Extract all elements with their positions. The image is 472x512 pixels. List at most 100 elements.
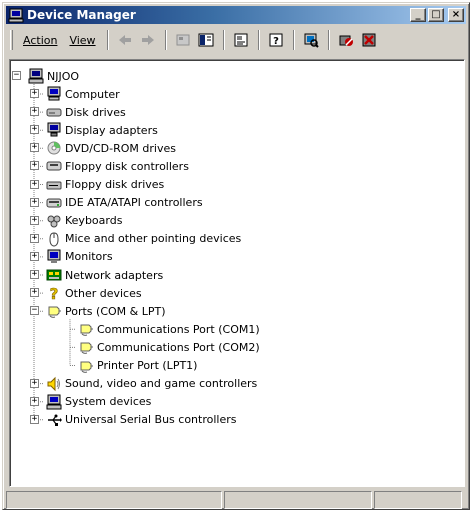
- expand-toggle[interactable]: +: [30, 143, 39, 153]
- expand-toggle[interactable]: +: [30, 107, 39, 117]
- tree-item[interactable]: + Universal Serial Bus controllers: [30, 411, 237, 429]
- forward-button[interactable]: [137, 29, 160, 51]
- tree-item[interactable]: +? Other devices: [30, 284, 142, 302]
- help-button[interactable]: ?: [265, 29, 288, 51]
- display-adapter-icon: [47, 122, 61, 137]
- toolbar-separator: [222, 30, 225, 50]
- menu-action[interactable]: Action: [17, 32, 63, 49]
- expand-toggle[interactable]: +: [30, 179, 39, 189]
- maximize-icon: □: [431, 9, 441, 20]
- tree-item[interactable]: + Mice and other pointing devices: [30, 230, 242, 248]
- tree-item-label: Floppy disk drives: [65, 178, 165, 191]
- tree-child-item[interactable]: Communications Port (COM2): [78, 338, 260, 356]
- tree-item-label: Universal Serial Bus controllers: [65, 413, 237, 427]
- status-pane-main: [6, 491, 222, 509]
- tree-item-label: Network adapters: [65, 268, 164, 282]
- tree-item[interactable]: + Monitors: [30, 248, 113, 266]
- tree-item[interactable]: + Display adapters: [30, 121, 158, 139]
- expand-toggle[interactable]: +: [30, 414, 39, 424]
- disable-device-button[interactable]: [335, 29, 358, 51]
- unknown-device-icon: ?: [49, 285, 59, 301]
- up-icon: [176, 34, 190, 46]
- expand-toggle[interactable]: +: [30, 125, 39, 135]
- network-adapter-icon: [46, 269, 62, 281]
- maximize-button[interactable]: □: [428, 8, 444, 22]
- up-button[interactable]: [172, 29, 195, 51]
- tree-item-label: System devices: [65, 395, 152, 409]
- tree-item-label: Monitors: [65, 250, 113, 264]
- scan-hardware-button[interactable]: [300, 29, 323, 51]
- expand-toggle[interactable]: +: [30, 215, 39, 225]
- tree-item-label: DVD/CD-ROM drives: [65, 141, 176, 155]
- tree-item[interactable]: + Keyboards: [30, 212, 123, 230]
- collapse-toggle[interactable]: −: [30, 306, 39, 316]
- uninstall-device-button[interactable]: [358, 29, 381, 51]
- system-device-icon: [46, 394, 62, 410]
- tree-item-label: Computer: [65, 87, 120, 101]
- tree-root-label: NJJOO: [47, 69, 80, 83]
- menu-view[interactable]: View: [63, 32, 101, 49]
- disable-device-icon: [339, 35, 354, 46]
- expand-toggle[interactable]: +: [30, 288, 39, 298]
- expand-toggle[interactable]: +: [30, 251, 39, 261]
- port-icon: [48, 306, 61, 319]
- tree-item[interactable]: + Disk drives: [30, 103, 126, 121]
- status-pane-tertiary: [374, 491, 462, 509]
- uninstall-device-icon: [362, 33, 376, 47]
- expand-toggle[interactable]: +: [30, 197, 39, 207]
- tree-child-label: Communications Port (COM1): [97, 322, 260, 336]
- properties-button[interactable]: [230, 29, 253, 51]
- tree-item-label: Ports (COM & LPT): [65, 304, 166, 318]
- menu-action-label: Action: [23, 33, 58, 47]
- tree-item[interactable]: + Network adapters: [30, 266, 164, 284]
- tree-item[interactable]: + Sound, video and game controllers: [30, 375, 257, 393]
- menu-view-label: View: [69, 33, 96, 47]
- collapse-toggle[interactable]: −: [12, 71, 21, 80]
- floppy-drive-icon: [46, 181, 62, 189]
- properties-icon: [234, 33, 248, 47]
- usb-icon: [48, 414, 62, 426]
- expand-toggle[interactable]: +: [30, 396, 39, 406]
- tree-child-item[interactable]: Printer Port (LPT1): [78, 357, 197, 375]
- back-button[interactable]: [114, 29, 137, 51]
- toolbar-separator: [327, 30, 330, 50]
- tree-item[interactable]: + Computer: [30, 85, 120, 103]
- port-icon: [80, 324, 93, 337]
- svg-text:?: ?: [50, 285, 59, 301]
- expand-toggle[interactable]: +: [30, 270, 39, 279]
- computer-icon: [47, 86, 61, 101]
- minimize-button[interactable]: _: [410, 8, 426, 22]
- tree-item-label: Keyboards: [65, 214, 123, 228]
- device-manager-app-icon: [8, 8, 24, 23]
- forward-icon: [142, 35, 155, 45]
- tree-child-item[interactable]: Communications Port (COM1): [78, 320, 260, 338]
- toolbar-separator: [292, 30, 295, 50]
- expand-toggle[interactable]: +: [30, 161, 39, 171]
- mouse-icon: [49, 232, 59, 247]
- floppy-controller-icon: [46, 161, 62, 171]
- tree-item-label: Mice and other pointing devices: [65, 232, 242, 246]
- menu-grip[interactable]: [10, 30, 13, 50]
- tree-item-label: Display adapters: [65, 123, 158, 137]
- computer-root-icon: [28, 68, 44, 84]
- tree-root[interactable]: − NJJOO: [12, 67, 80, 85]
- close-button[interactable]: ×: [448, 8, 464, 22]
- tree-item[interactable]: + System devices: [30, 393, 152, 411]
- tree-item[interactable]: + DVD/CD-ROM drives: [30, 139, 176, 157]
- tree-item[interactable]: + IDE ATA/ATAPI controllers: [30, 194, 203, 212]
- status-bar: [6, 491, 466, 510]
- disk-drive-icon: [46, 108, 62, 117]
- device-tree[interactable]: − NJJOO + Computer + Disk drives + Display ad…: [9, 59, 465, 487]
- tree-item[interactable]: + Floppy disk controllers: [30, 157, 189, 175]
- expand-toggle[interactable]: +: [30, 233, 39, 243]
- tree-item[interactable]: + Floppy disk drives: [30, 176, 165, 194]
- tree-item-label: Floppy disk controllers: [65, 159, 189, 173]
- show-hide-tree-button[interactable]: [195, 29, 218, 51]
- title-bar[interactable]: Device Manager _ □ ×: [6, 6, 466, 24]
- expand-toggle[interactable]: +: [30, 378, 39, 388]
- help-icon: ?: [269, 33, 283, 47]
- expand-toggle[interactable]: +: [30, 89, 39, 98]
- tree-item[interactable]: − Ports (COM & LPT): [30, 302, 166, 320]
- tree-child-label: Communications Port (COM2): [97, 340, 260, 354]
- back-icon: [119, 35, 132, 45]
